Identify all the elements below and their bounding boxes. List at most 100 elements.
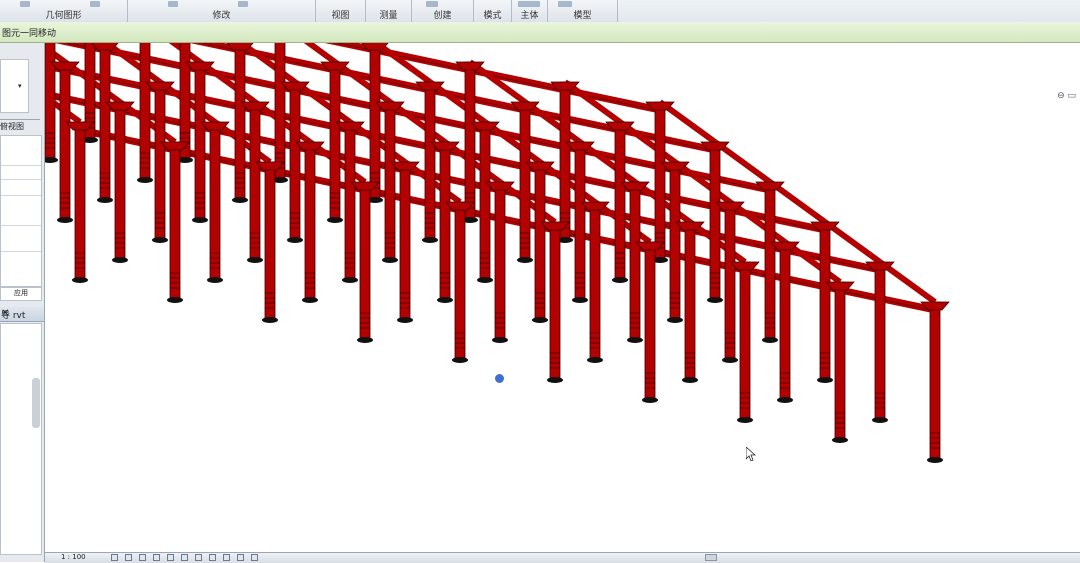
column xyxy=(684,221,696,381)
ribbon-panel-label: 测量 xyxy=(379,11,398,21)
property-row[interactable] xyxy=(1,169,41,180)
column xyxy=(834,281,846,441)
column xyxy=(154,81,166,241)
column xyxy=(209,121,221,281)
column xyxy=(99,43,111,201)
column xyxy=(779,241,791,401)
scrollbar-thumb[interactable] xyxy=(32,378,40,428)
render-icon[interactable] xyxy=(167,554,174,561)
column-base xyxy=(777,397,793,403)
column-base xyxy=(492,337,508,343)
frame-structure-model[interactable] xyxy=(45,43,1080,552)
column-base xyxy=(397,317,413,323)
ribbon-panel-label: 视图 xyxy=(331,11,350,21)
column-base xyxy=(327,217,343,223)
column xyxy=(114,101,126,261)
column xyxy=(45,43,56,161)
ribbon-panel-label: 创建 xyxy=(433,11,452,21)
close-icon[interactable]: ✕ xyxy=(1,308,42,319)
options-bar: 图元一同移动 xyxy=(0,22,1080,43)
view-navigation-icon[interactable]: ⊖ ▭ xyxy=(1057,91,1076,101)
view-label: 俯视图 xyxy=(0,122,24,131)
analytical-model-icon[interactable] xyxy=(237,554,244,561)
column xyxy=(724,201,736,361)
ribbon-panel-create[interactable]: 创建 xyxy=(412,0,474,22)
lock-view-icon[interactable] xyxy=(195,554,202,561)
ribbon-panel-mode[interactable]: 模式 xyxy=(474,0,512,22)
beam xyxy=(189,43,241,54)
view-scale[interactable]: 1 : 100 xyxy=(61,553,86,561)
column-base xyxy=(587,357,603,363)
column xyxy=(874,261,886,421)
column xyxy=(654,101,666,261)
column xyxy=(629,181,641,341)
type-selector-preview[interactable] xyxy=(0,59,29,113)
project-browser-header: 导 rvt ✕ xyxy=(0,307,44,322)
column xyxy=(359,181,371,341)
column xyxy=(344,121,356,281)
ribbon-panel-geometry[interactable]: 几何图形 xyxy=(0,0,128,22)
hide-isolate-icon[interactable] xyxy=(209,554,216,561)
column-base xyxy=(437,297,453,303)
column-base xyxy=(192,217,208,223)
ribbon-panel-view[interactable]: 视图 xyxy=(316,0,366,22)
column xyxy=(304,141,316,301)
ribbon-panel-host[interactable]: 主体 xyxy=(512,0,548,22)
column xyxy=(549,221,561,381)
column-base xyxy=(872,417,888,423)
column xyxy=(589,201,601,361)
column-base xyxy=(532,317,548,323)
property-row[interactable] xyxy=(1,185,41,196)
column-base xyxy=(287,237,303,243)
column-base xyxy=(97,197,113,203)
ribbon-panel-measure[interactable]: 测量 xyxy=(366,0,412,22)
ribbon-panel-model[interactable]: 模型 xyxy=(548,0,618,22)
property-row[interactable] xyxy=(1,241,41,252)
ribbon-panel-label: 模型 xyxy=(573,11,592,21)
ribbon-panel-label: 主体 xyxy=(520,11,539,21)
column-base xyxy=(262,317,278,323)
column-base xyxy=(247,257,263,263)
column-base xyxy=(152,237,168,243)
column-base xyxy=(112,257,128,263)
column-base xyxy=(72,277,88,283)
column-base xyxy=(207,277,223,283)
highlight-displacement-icon[interactable] xyxy=(251,554,258,561)
shadows-icon[interactable] xyxy=(153,554,160,561)
3d-viewport[interactable]: ⊖ ▭ xyxy=(45,43,1080,552)
visual-style-icon[interactable] xyxy=(125,554,132,561)
column-base xyxy=(342,277,358,283)
column xyxy=(494,181,506,341)
project-browser-tree[interactable] xyxy=(0,323,42,555)
column xyxy=(454,201,466,361)
column-base xyxy=(682,377,698,383)
beam xyxy=(324,43,376,54)
reveal-hidden-icon[interactable] xyxy=(223,554,230,561)
column-base xyxy=(722,357,738,363)
column xyxy=(194,61,206,221)
detail-level-icon[interactable] xyxy=(111,554,118,561)
column xyxy=(739,261,751,421)
column xyxy=(479,121,491,281)
property-row[interactable] xyxy=(1,155,41,166)
column xyxy=(574,141,586,301)
horizontal-scroll-thumb[interactable] xyxy=(705,554,717,561)
dropdown-arrow-icon[interactable]: ▾ xyxy=(18,82,22,90)
apply-button[interactable]: 应用 xyxy=(0,287,42,301)
column-base xyxy=(302,297,318,303)
column-base xyxy=(382,257,398,263)
sun-path-icon[interactable] xyxy=(139,554,146,561)
ribbon: 几何图形 修改 视图 测量 创建 模式 主体 模型 xyxy=(0,0,1080,23)
ribbon-panel-label: 几何图形 xyxy=(45,11,82,21)
column xyxy=(74,121,86,281)
column-base xyxy=(167,297,183,303)
column-base xyxy=(667,317,683,323)
crop-view-icon[interactable] xyxy=(181,554,188,561)
ribbon-panel-modify[interactable]: 修改 xyxy=(128,0,316,22)
column xyxy=(764,181,776,341)
property-row[interactable] xyxy=(1,215,41,226)
column-base xyxy=(517,257,533,263)
column-base xyxy=(137,177,153,183)
column-base xyxy=(45,157,58,163)
options-bar-text: 图元一同移动 xyxy=(2,29,57,39)
